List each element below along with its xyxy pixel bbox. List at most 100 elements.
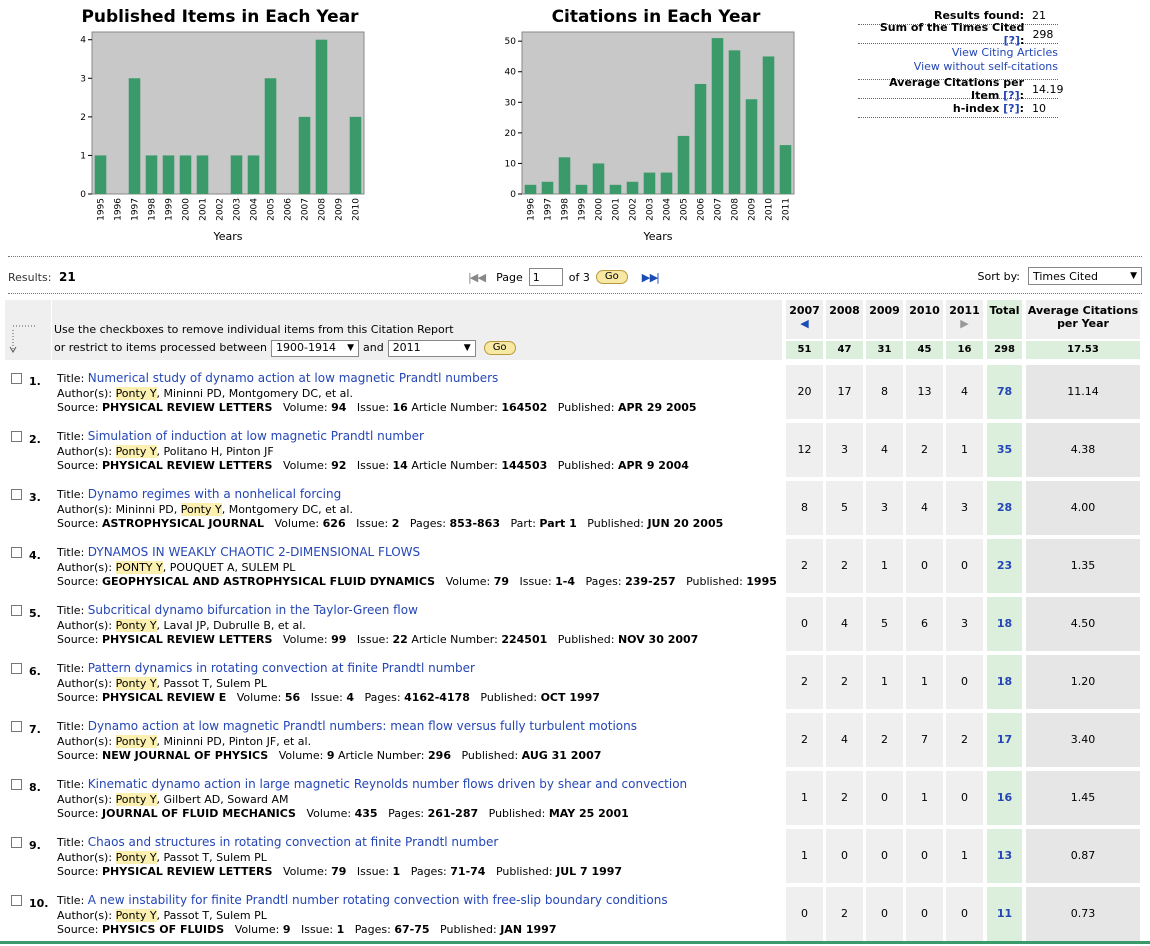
authors-label: Author(s): <box>57 792 113 806</box>
bar <box>728 50 741 194</box>
total-citations-link[interactable]: 35 <box>987 423 1022 477</box>
detail-value: Part 1 <box>539 517 577 530</box>
bar <box>128 78 141 194</box>
row-checkbox[interactable] <box>11 779 22 790</box>
detail-label: Published: <box>461 749 519 762</box>
row-checkbox[interactable] <box>11 721 22 732</box>
record-title-link[interactable]: Chaos and structures in rotating convect… <box>88 835 498 849</box>
total-label: Total <box>989 304 1020 317</box>
row-checkbox[interactable] <box>11 489 22 500</box>
row-checkbox[interactable] <box>11 431 22 442</box>
record-title-link[interactable]: Pattern dynamics in rotating convection … <box>88 661 475 675</box>
authors-prefix: Mininni PD, <box>115 502 181 516</box>
view-citing-articles-link[interactable]: View Citing Articles <box>858 46 1058 60</box>
x-tick-label: 2001 <box>612 198 622 221</box>
total-citations-link[interactable]: 16 <box>987 771 1022 825</box>
avg-citations-cell: 1.20 <box>1026 655 1140 709</box>
sort-select[interactable]: Times Cited ▼ <box>1028 267 1142 285</box>
sum-times-cited-label: Sum of the Times Cited <box>879 21 1025 34</box>
source-journal: GEOPHYSICAL AND ASTROPHYSICAL FLUID DYNA… <box>102 575 436 588</box>
source-label: Source: <box>57 517 99 530</box>
authors-label: Author(s): <box>57 676 113 690</box>
from-year-value: 1900-1914 <box>275 341 336 354</box>
year-citation-cell: 0 <box>866 829 903 883</box>
detail-value: 9 <box>282 923 291 936</box>
year-citation-cell: 0 <box>786 597 823 651</box>
avg-citations-value: 14.19 <box>1032 82 1064 96</box>
pagination: |◀ ◀ Page of 3 Go ▶ ▶| <box>468 266 660 288</box>
year-label: 2007 <box>789 304 820 317</box>
bar <box>677 135 690 194</box>
record-title-link[interactable]: A new instability for finite Prandtl num… <box>88 893 668 907</box>
total-citations-link[interactable]: 18 <box>987 655 1022 709</box>
total-citations-link[interactable]: 78 <box>987 365 1022 419</box>
row-number: 1. <box>29 375 41 388</box>
h-index-help-link[interactable]: [?] <box>1003 102 1019 115</box>
x-tick-label: 2008 <box>318 198 328 221</box>
avg-citations-cell: 1.45 <box>1026 771 1140 825</box>
page-number-input[interactable] <box>528 268 563 286</box>
authors-label: Author(s): <box>57 560 113 574</box>
total-citations-link[interactable]: 17 <box>987 713 1022 767</box>
row-checkbox[interactable] <box>11 373 22 384</box>
next-page-icon[interactable]: ▶ ▶| <box>642 271 660 284</box>
row-checkbox[interactable] <box>11 837 22 848</box>
record-title-link[interactable]: Simulation of induction at low magnetic … <box>88 429 424 443</box>
detail-value: 164502 <box>501 401 548 414</box>
source-journal: NEW JOURNAL OF PHYSICS <box>102 749 269 762</box>
y-tick-label: 10 <box>505 159 517 169</box>
total-citations-link[interactable]: 13 <box>987 829 1022 883</box>
from-year-select[interactable]: 1900-1914 ▼ <box>270 339 359 357</box>
source-journal: PHYSICAL REVIEW LETTERS <box>102 633 273 646</box>
record-title-link[interactable]: Dynamo action at low magnetic Prandtl nu… <box>88 719 637 733</box>
highlighted-author: Ponty Y <box>115 908 157 922</box>
year-citation-cell: 17 <box>826 365 863 419</box>
detail-label: Volume: <box>278 749 324 762</box>
record-title-link[interactable]: Kinematic dynamo action in large magneti… <box>88 777 687 791</box>
total-citations-link[interactable]: 28 <box>987 481 1022 535</box>
record-info: Title: A new instability for finite Pran… <box>57 893 668 938</box>
total-citations-link[interactable]: 23 <box>987 539 1022 593</box>
record-info: Title: Pattern dynamics in rotating conv… <box>57 661 600 706</box>
detail-label: Issue: <box>356 517 389 530</box>
view-without-self-citations-link[interactable]: View without self-citations <box>858 60 1058 74</box>
y-tick-label: 0 <box>510 190 516 200</box>
avg-help-link[interactable]: [?] <box>1003 89 1019 102</box>
source-label: Source: <box>57 749 99 762</box>
row-checkbox[interactable] <box>11 895 22 906</box>
total-citations-link[interactable]: 18 <box>987 597 1022 651</box>
detail-label: Published: <box>480 691 538 704</box>
to-year-select[interactable]: 2011 ▼ <box>387 339 476 357</box>
record-info: Title: Simulation of induction at low ma… <box>57 429 689 474</box>
x-tick-label: 1997 <box>131 198 141 221</box>
results-count: 21 <box>59 270 76 284</box>
results-toolbar: Results: 21 |◀ ◀ Page of 3 Go ▶ ▶| Sort … <box>8 266 1142 290</box>
x-tick-label: 2006 <box>697 198 707 221</box>
row-checkbox[interactable] <box>11 547 22 558</box>
row-checkbox[interactable] <box>11 663 22 674</box>
row-checkbox[interactable] <box>11 605 22 616</box>
restrict-go-button[interactable]: Go <box>483 341 516 355</box>
year-citation-cell: 0 <box>826 829 863 883</box>
record-title-link[interactable]: DYNAMOS IN WEAKLY CHAOTIC 2-DIMENSIONAL … <box>88 545 420 559</box>
year-citation-cell: 13 <box>906 365 943 419</box>
record-title-link[interactable]: Subcritical dynamo bifurcation in the Ta… <box>88 603 418 617</box>
x-tick-label: 2009 <box>748 198 758 221</box>
next-years-arrow-icon[interactable]: ▶ <box>946 317 983 330</box>
year-citation-cell: 2 <box>826 771 863 825</box>
total-citations-link[interactable]: 11 <box>987 887 1022 941</box>
authors-label: Author(s): <box>57 502 113 516</box>
detail-value: 435 <box>354 807 378 820</box>
prev-years-arrow-icon[interactable]: ◀ <box>786 317 823 330</box>
row-number: 4. <box>29 549 41 562</box>
first-page-icon[interactable]: |◀ ◀ <box>468 271 486 284</box>
bar <box>349 116 362 194</box>
record-title-link[interactable]: Dynamo regimes with a nonhelical forcing <box>88 487 341 501</box>
title-label: Title: <box>57 546 85 559</box>
authors-rest: , Passot T, Sulem PL <box>156 676 267 690</box>
page-go-button[interactable]: Go <box>595 270 628 284</box>
x-tick-label: 2000 <box>182 198 192 221</box>
authors-label: Author(s): <box>57 908 113 922</box>
record-title-link[interactable]: Numerical study of dynamo action at low … <box>88 371 499 385</box>
bar <box>145 155 158 194</box>
